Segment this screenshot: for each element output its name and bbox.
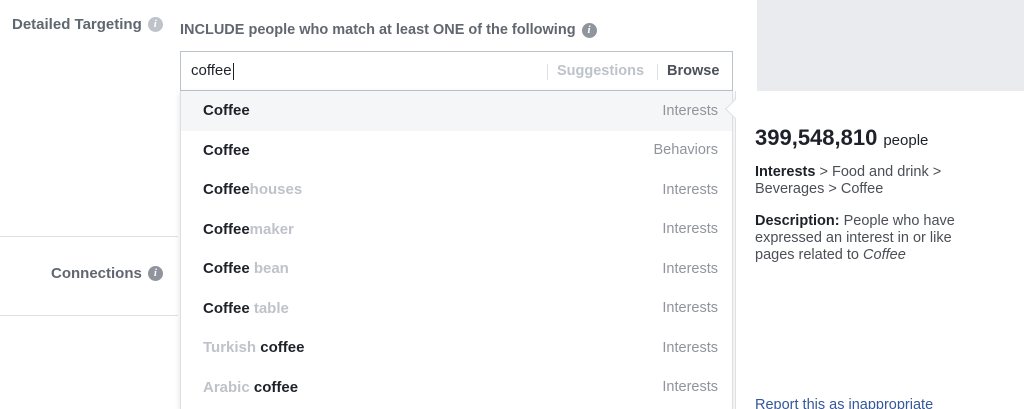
connections-text: Connections (51, 265, 142, 282)
separator (547, 64, 548, 80)
suggestion-match: Coffee (203, 181, 250, 199)
suggestion-type: Interests (662, 379, 718, 396)
suggestion-name: Coffeemaker (203, 221, 294, 238)
info-icon[interactable]: i (581, 22, 597, 38)
suggestion-name: Coffee table (203, 300, 289, 317)
targeting-search-input[interactable]: coffee (191, 62, 541, 80)
search-input-value: coffee (191, 62, 232, 79)
suggestion-type: Interests (662, 339, 718, 356)
include-header-text: INCLUDE people who match at least ONE of… (180, 22, 576, 38)
suggestions-tab[interactable]: Suggestions (557, 63, 644, 79)
suggestion-match: Coffee (203, 141, 250, 159)
audience-size: 399,548,810 people (755, 125, 928, 151)
suggestion-type: Interests (662, 221, 718, 238)
suggestion-match: coffee (260, 339, 305, 357)
suggestion-name: Turkish coffee (203, 339, 304, 356)
suggestion-row[interactable]: Coffeemaker Interests (181, 210, 732, 250)
suggestion-row[interactable]: Coffee Interests (181, 91, 732, 131)
audience-size-unit: people (883, 132, 929, 149)
suggestion-suffix: bean (249, 260, 289, 278)
targeting-search-box[interactable]: coffee Suggestions Browse (180, 51, 733, 91)
suggestion-type: Behaviors (653, 142, 718, 159)
suggestion-type: Interests (662, 300, 718, 317)
interest-path: Interests > Food and drink > Beverages >… (755, 164, 995, 198)
section-divider (0, 315, 178, 316)
suggestion-match: Coffee (203, 260, 250, 278)
suggestion-row[interactable]: Arabic coffee Interests (181, 368, 732, 408)
description-label: Description: (755, 213, 840, 229)
suggestion-type: Interests (662, 181, 718, 198)
suggestion-row[interactable]: Coffee table Interests (181, 289, 732, 329)
info-icon[interactable]: i (147, 17, 163, 32)
suggestions-dropdown: Coffee Interests Coffee Behaviors Coffeehous… (180, 91, 733, 409)
interest-description: Description: People who have expressed a… (755, 213, 995, 264)
suggestion-match: Coffee (203, 220, 250, 238)
audience-detail-panel: 399,548,810 people Interests > Food and … (735, 91, 1024, 409)
detailed-targeting-text: Detailed Targeting (12, 16, 142, 33)
suggestion-row[interactable]: Coffee bean Interests (181, 249, 732, 289)
separator (657, 64, 658, 80)
suggestion-name: Coffee (203, 102, 250, 119)
suggestion-row[interactable]: Coffeehouses Interests (181, 170, 732, 210)
text-caret (232, 62, 234, 80)
audience-size-number: 399,548,810 (755, 125, 878, 150)
suggestion-match: coffee (253, 378, 299, 396)
connections-label: Connections i (51, 265, 163, 282)
suggestion-type: Interests (662, 260, 718, 277)
suggestion-name: Coffee bean (203, 260, 289, 277)
info-icon[interactable]: i (147, 266, 163, 281)
interest-path-head: Interests (755, 164, 816, 180)
section-divider (0, 236, 178, 237)
description-topic: Coffee (863, 247, 906, 263)
suggestion-type: Interests (662, 102, 718, 119)
suggestion-suffix: maker (249, 220, 294, 238)
suggestion-match: Coffee (203, 102, 250, 120)
report-link[interactable]: Report this as inappropriate (755, 397, 933, 409)
include-header: INCLUDE people who match at least ONE of… (180, 22, 597, 38)
suggestion-match: Coffee (203, 299, 250, 317)
suggestion-name: Coffee (203, 142, 250, 159)
suggestion-suffix: table (249, 299, 289, 317)
suggestion-name: Coffeehouses (203, 181, 302, 198)
detailed-targeting-label: Detailed Targeting i (12, 16, 163, 33)
browse-tab[interactable]: Browse (667, 63, 719, 79)
suggestion-name: Arabic coffee (203, 379, 298, 396)
suggestion-row[interactable]: Coffee Behaviors (181, 131, 732, 171)
suggestion-row[interactable]: Turkish coffee Interests (181, 328, 732, 368)
suggestion-prefix: Arabic (203, 378, 254, 396)
suggestion-suffix: houses (249, 181, 303, 199)
suggestion-prefix: Turkish (203, 339, 261, 357)
